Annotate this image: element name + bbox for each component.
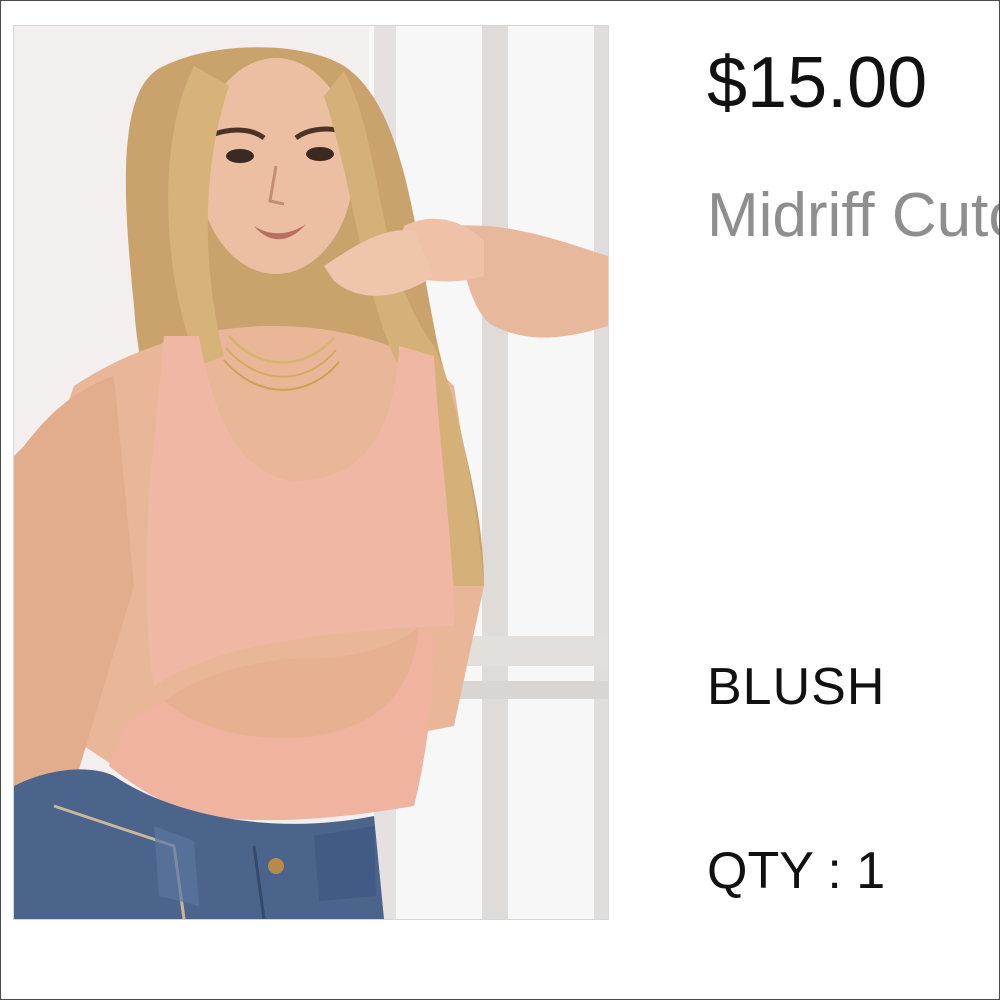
product-photo-illustration	[14, 26, 608, 919]
product-image[interactable]	[13, 25, 609, 920]
product-price: $15.00	[707, 43, 928, 123]
product-name[interactable]: Midriff Cutout Bodysuit	[707, 181, 999, 251]
cart-item-card: $15.00 Midriff Cutout Bodysuit BLUSH QTY…	[0, 0, 1000, 1000]
product-quantity[interactable]: QTY : 1	[707, 841, 885, 901]
product-color: BLUSH	[707, 658, 886, 716]
